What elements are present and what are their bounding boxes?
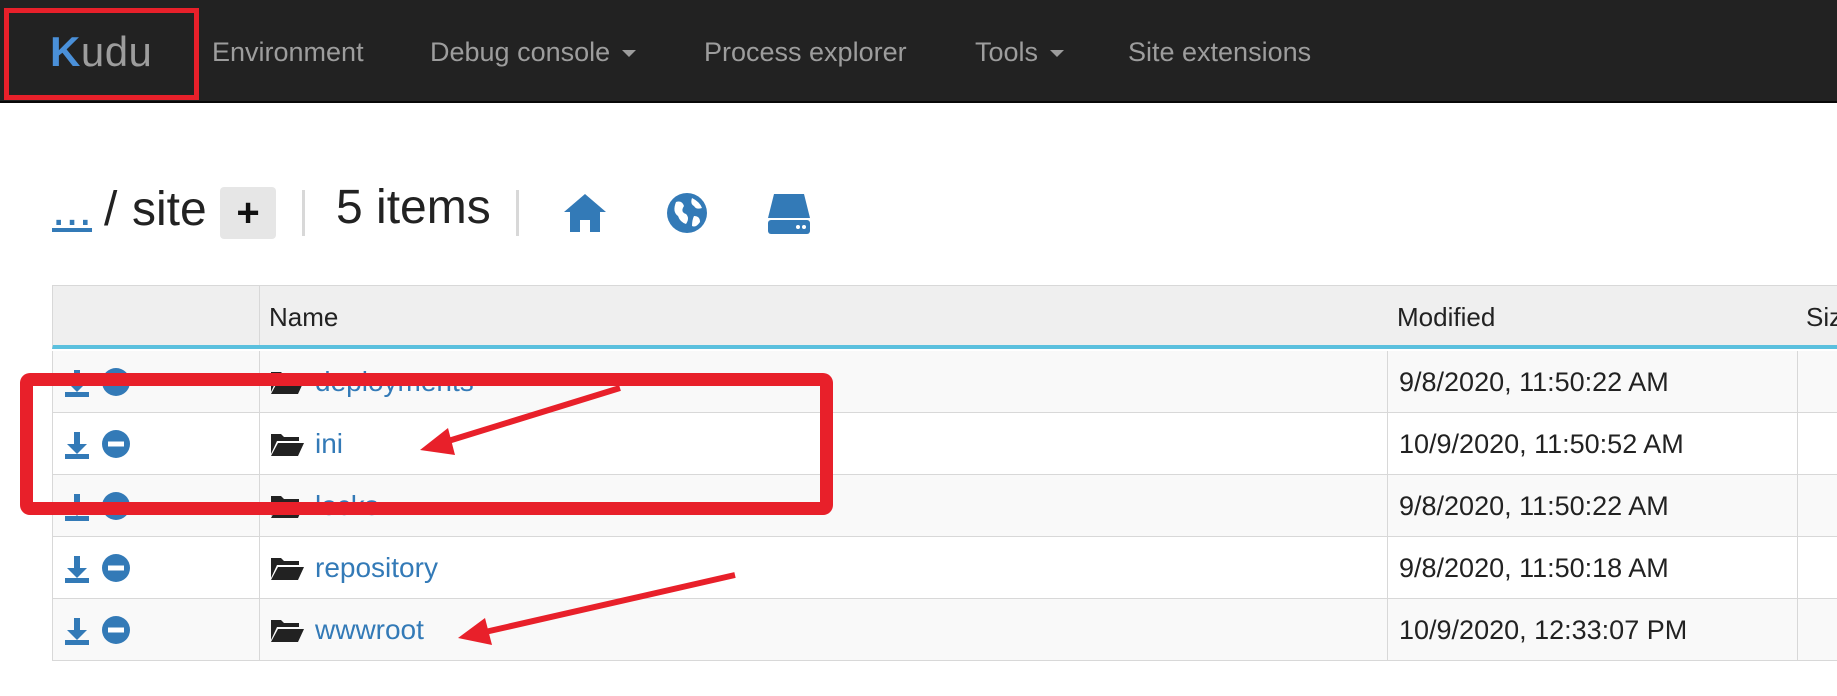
column-divider — [1387, 351, 1388, 412]
column-divider — [259, 286, 260, 345]
modified-date: 10/9/2020, 12:33:07 PM — [1399, 615, 1688, 645]
nav-debug-console-label: Debug console — [430, 37, 611, 67]
nav-environment[interactable]: Environment — [212, 36, 364, 68]
globe-icon[interactable] — [664, 190, 710, 236]
table-row: repository 9/8/2020, 11:50:18 AM — [52, 537, 1837, 599]
modified-date: 9/8/2020, 11:50:22 AM — [1399, 367, 1669, 397]
column-header-name[interactable]: Name — [269, 302, 338, 332]
modified-date: 9/8/2020, 11:50:22 AM — [1399, 491, 1669, 521]
delete-icon[interactable] — [101, 615, 131, 645]
column-divider — [1797, 475, 1798, 536]
column-header-modified[interactable]: Modified — [1397, 302, 1495, 332]
nav-tools-label: Tools — [975, 37, 1039, 67]
download-icon[interactable] — [63, 554, 91, 584]
column-divider — [1387, 537, 1388, 598]
column-divider — [1797, 537, 1798, 598]
home-icon[interactable] — [562, 190, 608, 236]
breadcrumb-current: site — [132, 183, 207, 236]
nav-debug-console[interactable]: Debug console — [430, 36, 637, 68]
top-navbar: Kudu Environment Debug console Process e… — [0, 0, 1837, 103]
column-divider — [1387, 475, 1388, 536]
breadcrumb-up-link[interactable]: ... — [52, 184, 92, 236]
delete-icon[interactable] — [101, 553, 131, 583]
chevron-down-icon — [622, 50, 637, 58]
add-button[interactable]: + — [220, 187, 276, 239]
file-name-link[interactable]: wwwroot — [315, 613, 424, 647]
modified-date: 9/8/2020, 11:50:18 AM — [1399, 553, 1669, 583]
nav-process-explorer[interactable]: Process explorer — [704, 36, 907, 68]
items-count: 5 items — [336, 181, 491, 234]
column-divider — [1797, 599, 1798, 660]
column-divider — [259, 599, 260, 660]
column-header-size[interactable]: Siz — [1806, 302, 1837, 332]
nav-tools[interactable]: Tools — [975, 36, 1065, 68]
download-icon[interactable] — [63, 616, 91, 646]
annotation-highlight-logo — [4, 8, 199, 100]
table-row: wwwroot 10/9/2020, 12:33:07 PM — [52, 599, 1837, 661]
annotation-highlight-ini-row — [20, 373, 833, 515]
table-header: Name Modified Siz — [52, 285, 1837, 349]
column-divider — [1387, 599, 1388, 660]
column-divider — [1797, 413, 1798, 474]
divider — [302, 190, 305, 236]
nav-site-extensions[interactable]: Site extensions — [1128, 36, 1311, 68]
folder-open-icon — [271, 620, 304, 642]
column-divider — [1387, 413, 1388, 474]
breadcrumb-separator: / — [104, 183, 118, 236]
chevron-down-icon — [1050, 50, 1065, 58]
file-name-link[interactable]: repository — [315, 551, 438, 585]
modified-date: 10/9/2020, 11:50:52 AM — [1399, 429, 1684, 459]
column-divider — [259, 537, 260, 598]
divider — [516, 190, 519, 236]
folder-open-icon — [271, 558, 304, 580]
column-divider — [1797, 351, 1798, 412]
hard-drive-icon[interactable] — [766, 190, 812, 236]
